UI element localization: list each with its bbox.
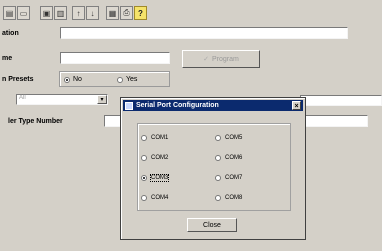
- com5-radio[interactable]: COM5: [215, 135, 242, 141]
- com5-label: COM5: [225, 135, 243, 141]
- presets-yes-label: Yes: [126, 76, 138, 83]
- name-field[interactable]: [60, 52, 170, 64]
- location-field[interactable]: [60, 27, 348, 39]
- right-field[interactable]: [300, 95, 382, 106]
- com4-label: COM4: [151, 195, 169, 201]
- presets-yes-radio[interactable]: Yes: [117, 76, 137, 83]
- radio-selected-icon: [141, 175, 147, 181]
- radio-icon: [215, 195, 221, 201]
- check-icon: ✓: [203, 56, 210, 63]
- name-label: me: [2, 55, 13, 62]
- radio-icon: [215, 135, 221, 141]
- copy-icon[interactable]: ▥: [54, 6, 67, 20]
- com7-label: COM7: [225, 175, 243, 181]
- presets-no-label: No: [73, 76, 82, 83]
- dialog-title: Serial Port Configuration: [136, 102, 219, 109]
- radio-icon: [141, 155, 147, 161]
- com3-radio[interactable]: COM3: [141, 174, 170, 182]
- radio-icon: [215, 155, 221, 161]
- type-number-label: ler Type Number: [8, 118, 63, 125]
- window-icon: [125, 101, 133, 110]
- help-icon[interactable]: ?: [134, 6, 147, 20]
- com6-radio[interactable]: COM6: [215, 155, 242, 161]
- dialog-title-bar[interactable]: Serial Port Configuration ×: [123, 100, 303, 111]
- save-icon[interactable]: ▣: [40, 6, 53, 20]
- com2-radio[interactable]: COM2: [141, 155, 168, 161]
- com8-label: COM8: [225, 195, 243, 201]
- presets-no-radio[interactable]: No: [64, 76, 82, 83]
- radio-icon: [215, 175, 221, 181]
- radio-selected-icon: [64, 76, 70, 83]
- radio-icon: [141, 195, 147, 201]
- filter-dropdown[interactable]: All: [16, 94, 108, 105]
- location-label: ation: [2, 30, 19, 37]
- close-icon[interactable]: ×: [292, 101, 301, 110]
- program-button[interactable]: ✓ Program: [182, 50, 260, 68]
- print-icon[interactable]: ⎙: [120, 6, 133, 20]
- com4-radio[interactable]: COM4: [141, 195, 168, 201]
- radio-icon: [117, 76, 123, 83]
- preview-icon[interactable]: ▦: [106, 6, 119, 20]
- serial-port-dialog: Serial Port Configuration × COM1 COM2 CO…: [120, 97, 306, 240]
- com1-label: COM1: [151, 135, 169, 141]
- type-number-field-right[interactable]: [305, 115, 368, 127]
- com7-radio[interactable]: COM7: [215, 175, 242, 181]
- com6-label: COM6: [225, 155, 243, 161]
- close-button[interactable]: Close: [187, 218, 237, 232]
- open-icon[interactable]: ▭: [17, 6, 30, 20]
- com3-label: COM3: [149, 174, 170, 182]
- com2-label: COM2: [151, 155, 169, 161]
- program-button-label: Program: [212, 55, 239, 63]
- arrow-up-icon[interactable]: ↑: [72, 6, 85, 20]
- arrow-down-icon[interactable]: ↓: [86, 6, 99, 20]
- radio-icon: [141, 135, 147, 141]
- com8-radio[interactable]: COM8: [215, 195, 242, 201]
- chevron-down-icon[interactable]: ▾: [97, 95, 107, 104]
- presets-label: n Presets: [2, 76, 34, 83]
- new-icon[interactable]: ▤: [3, 6, 16, 20]
- com1-radio[interactable]: COM1: [141, 135, 168, 141]
- filter-dropdown-value: All: [19, 95, 26, 101]
